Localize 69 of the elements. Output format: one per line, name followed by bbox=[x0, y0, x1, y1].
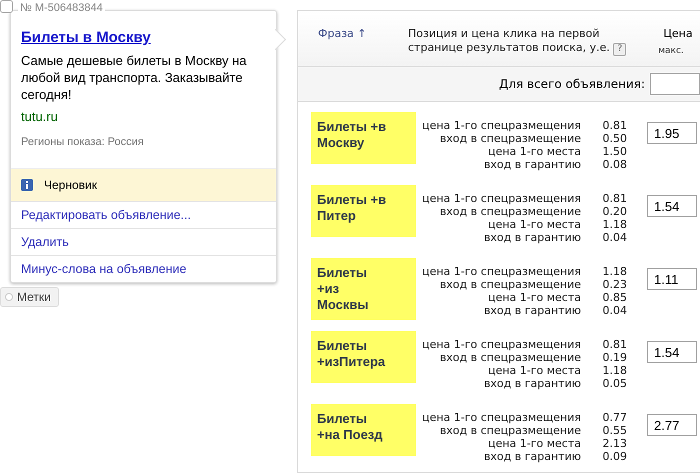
stat-value: 2.13 bbox=[602, 437, 627, 450]
ad-domain: tutu.ru bbox=[21, 109, 59, 124]
stat-value: 0.08 bbox=[602, 158, 627, 171]
price-input[interactable]: 1.11 bbox=[647, 268, 697, 290]
stat-label: вход в гарантию bbox=[482, 158, 581, 171]
price-column-header: Цена bbox=[663, 27, 693, 40]
stat-label: вход в спецразмещение bbox=[438, 351, 581, 364]
checkbox[interactable] bbox=[0, 0, 13, 13]
stat-value: 0.23 bbox=[602, 278, 627, 291]
stat-value: 0.19 bbox=[602, 351, 627, 364]
phrase-label: Билеты +в Питер bbox=[311, 185, 416, 237]
stat-label: цена 1-го спецразмещения bbox=[421, 192, 581, 205]
stat-value: 0.81 bbox=[602, 338, 627, 351]
stat-label: вход в спецразмещение bbox=[438, 132, 581, 145]
stat-value: 0.77 bbox=[602, 411, 627, 424]
action-link[interactable]: Редактировать объявление... bbox=[11, 201, 276, 228]
stat-value: 0.81 bbox=[602, 192, 627, 205]
price-input[interactable]: 1.54 bbox=[647, 341, 697, 363]
stat-value: 0.85 bbox=[602, 291, 627, 304]
phrase-label: Билеты +из Москвы bbox=[311, 258, 416, 320]
phrase-label: Билеты +изПитера bbox=[311, 331, 416, 383]
stat-value: 0.50 bbox=[602, 132, 627, 145]
stat-value: 0.04 bbox=[602, 231, 627, 244]
phrase-label: Билеты +на Поезд bbox=[311, 404, 416, 456]
stat-value: 0.04 bbox=[602, 304, 627, 317]
labels-button[interactable]: Метки bbox=[0, 287, 59, 307]
action-link[interactable]: Удалить bbox=[11, 228, 276, 255]
price-input[interactable]: 1.95 bbox=[647, 122, 697, 144]
stat-value: 0.09 bbox=[602, 450, 627, 463]
stat-value: 0.05 bbox=[602, 377, 627, 390]
ad-regions: Регионы показа: Россия bbox=[21, 136, 145, 148]
ad-text: Самые дешевые билеты в Москву на любой вид транспорта. Заказывайте сегодня! bbox=[21, 52, 248, 103]
position-column-header: Позиция и цена клика на первой странице результатов поиска, у.е. bbox=[408, 27, 610, 54]
info-icon bbox=[21, 179, 33, 191]
stat-label: цена 1-го места bbox=[487, 291, 581, 304]
stat-value: 1.18 bbox=[602, 265, 627, 278]
stat-label: вход в спецразмещение bbox=[438, 278, 581, 291]
stat-value: 1.50 bbox=[602, 145, 627, 158]
phrase-column-header[interactable]: Фраза ↑ bbox=[318, 27, 367, 40]
price-input[interactable] bbox=[650, 73, 700, 95]
stat-label: вход в гарантию bbox=[482, 377, 581, 390]
price-input[interactable]: 2.77 bbox=[647, 414, 697, 436]
stat-label: цена 1-го спецразмещения bbox=[421, 411, 581, 424]
stat-label: вход в гарантию bbox=[482, 304, 581, 317]
stat-label: вход в гарантию bbox=[482, 231, 581, 244]
ad-status: Черновик bbox=[44, 178, 97, 192]
stat-label: цена 1-го спецразмещения bbox=[421, 265, 581, 278]
stat-label: вход в гарантию bbox=[482, 450, 581, 463]
action-link[interactable]: Минус-слова на объявление bbox=[11, 255, 276, 282]
stat-label: цена 1-го спецразмещения bbox=[421, 119, 581, 132]
stat-label: цена 1-го места bbox=[487, 218, 581, 231]
stat-value: 0.81 bbox=[602, 119, 627, 132]
phrase-label: Билеты +в Москву bbox=[311, 112, 416, 164]
help-button[interactable]: ? bbox=[613, 43, 626, 56]
stat-label: вход в спецразмещение bbox=[438, 424, 581, 437]
all-ad-label: Для всего объявления: bbox=[498, 77, 645, 91]
ad-number: № M-506483844 bbox=[18, 2, 105, 14]
price-column-subheader: макс. bbox=[658, 46, 684, 56]
stat-label: цена 1-го места bbox=[487, 364, 581, 377]
stat-value: 1.18 bbox=[602, 218, 627, 231]
price-input[interactable]: 1.54 bbox=[647, 195, 697, 217]
stat-label: цена 1-го места bbox=[487, 437, 581, 450]
stat-label: цена 1-го места bbox=[487, 145, 581, 158]
stat-value: 0.55 bbox=[602, 424, 627, 437]
ad-title-link[interactable]: Билеты в Москву bbox=[21, 29, 266, 46]
stat-label: вход в спецразмещение bbox=[438, 205, 581, 218]
stat-value: 1.18 bbox=[602, 364, 627, 377]
stat-value: 0.20 bbox=[602, 205, 627, 218]
stat-label: цена 1-го спецразмещения bbox=[421, 338, 581, 351]
